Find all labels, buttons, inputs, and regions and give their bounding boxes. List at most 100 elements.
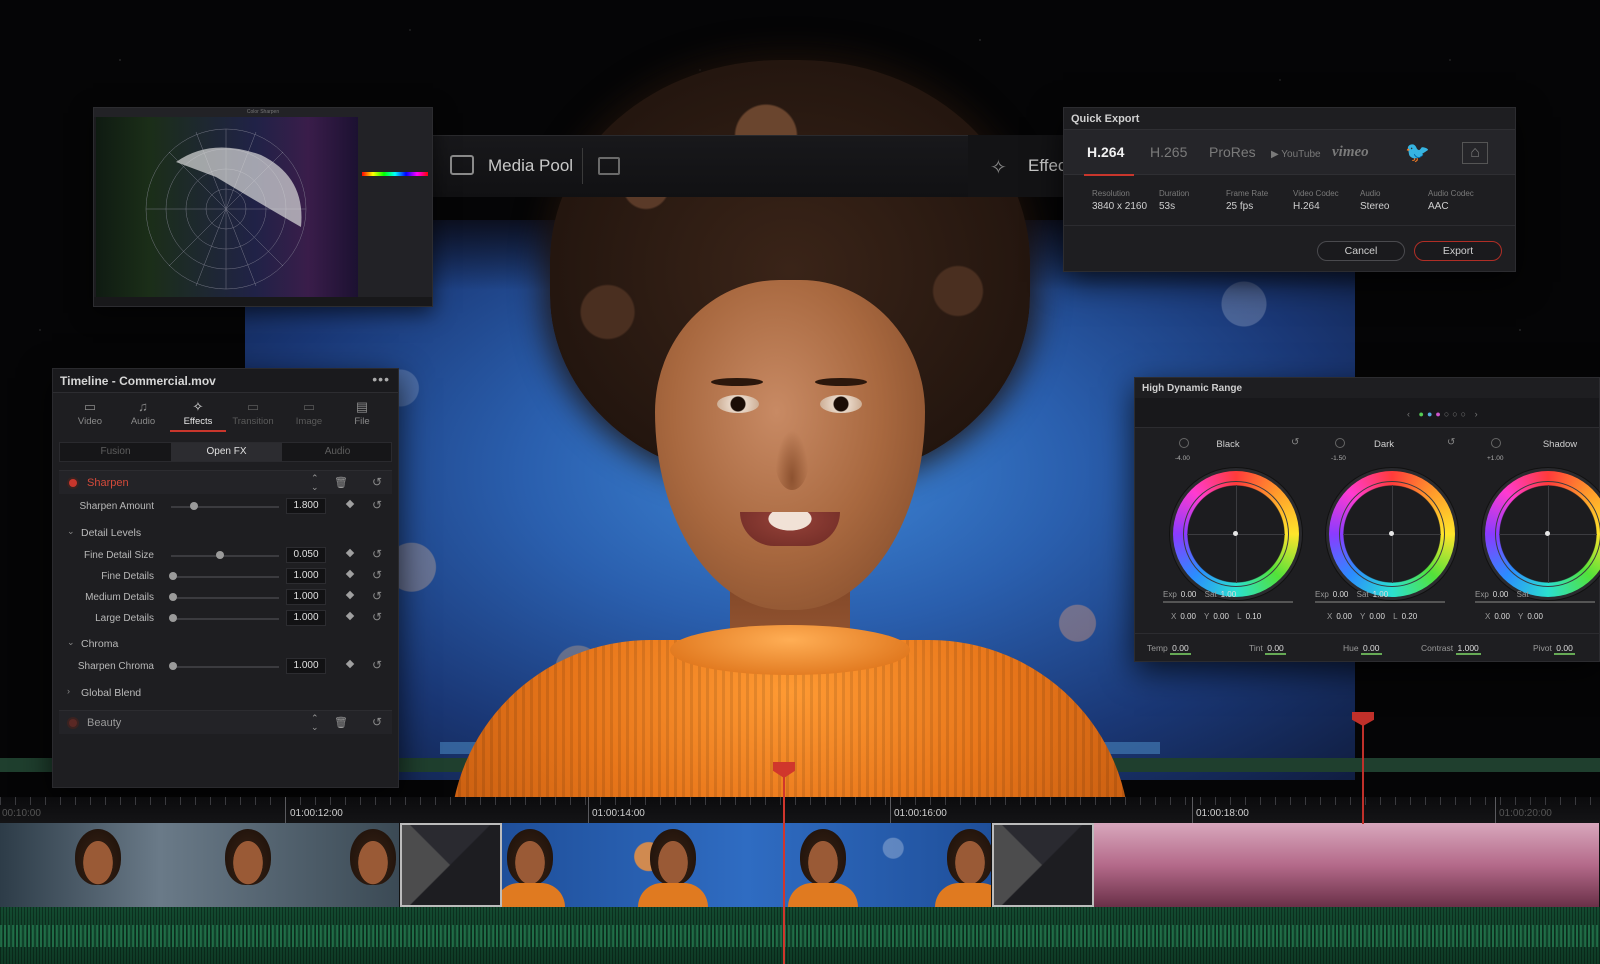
reset-icon[interactable]: ↺ — [372, 658, 382, 672]
reset-icon[interactable]: ↺ — [372, 589, 382, 603]
slider-track[interactable] — [171, 666, 279, 668]
zone-pager[interactable]: ‹ ●●●○○○ › — [1407, 409, 1481, 419]
slider-track[interactable] — [171, 597, 279, 599]
value-field[interactable]: 0.050 — [286, 547, 326, 563]
tab-image[interactable]: ▭ Image — [281, 394, 337, 432]
tab-video[interactable]: ▭ Video — [62, 394, 118, 432]
wheel-dial-icon[interactable] — [1491, 438, 1501, 448]
y-value[interactable]: 0.00 — [1527, 612, 1543, 621]
reorder-icon[interactable]: ⌃ ⌄ — [311, 474, 319, 492]
slider-track[interactable] — [171, 555, 279, 557]
x-value[interactable]: 0.00 — [1494, 612, 1510, 621]
transition-clip[interactable] — [992, 823, 1094, 907]
slider-track[interactable] — [171, 506, 279, 508]
format-prores[interactable]: ProRes — [1209, 144, 1256, 160]
l-value[interactable]: 0.10 — [1246, 612, 1262, 621]
format-youtube[interactable]: ▶ YouTube — [1271, 149, 1321, 160]
x-value[interactable]: 0.00 — [1336, 612, 1352, 621]
effects-label[interactable]: Effec — [1028, 156, 1066, 176]
slider-handle[interactable] — [169, 662, 177, 670]
format-h264[interactable]: H.264 — [1087, 144, 1124, 160]
segment-audio[interactable]: Audio — [282, 443, 393, 461]
exp-value[interactable]: 0.00 — [1181, 590, 1197, 599]
format-h265[interactable]: H.265 — [1150, 144, 1187, 160]
value-field[interactable]: 1.800 — [286, 498, 326, 514]
tab-effects[interactable]: ✧ Effects — [170, 394, 226, 432]
timeline-clip[interactable] — [502, 823, 992, 907]
sat-value[interactable]: 1.00 — [1373, 590, 1389, 599]
segment-fusion[interactable]: Fusion — [60, 443, 171, 461]
reorder-icon[interactable]: ⌃ ⌄ — [311, 714, 319, 732]
timeline-clip[interactable] — [0, 823, 400, 907]
sat-value[interactable]: 1.00 — [1221, 590, 1237, 599]
keyframe-icon[interactable] — [345, 548, 355, 558]
effect-beauty-header[interactable]: Beauty ⌃ ⌄ 🗑 ↺ — [59, 710, 392, 734]
x-value[interactable]: 0.00 — [1180, 612, 1196, 621]
twitter-icon[interactable]: 🐦 — [1405, 140, 1430, 165]
cancel-button[interactable]: Cancel — [1317, 241, 1405, 261]
tint-value[interactable]: 0.00 — [1265, 643, 1286, 655]
keyframe-icon[interactable] — [345, 590, 355, 600]
slider-track[interactable] — [171, 576, 279, 578]
clip-icon[interactable] — [598, 157, 620, 175]
color-wheel[interactable] — [1329, 471, 1455, 597]
segment-open-fx[interactable]: Open FX — [171, 443, 282, 461]
trash-icon[interactable]: 🗑 — [334, 716, 348, 729]
value-field[interactable]: 1.000 — [286, 589, 326, 605]
trash-icon[interactable]: 🗑 — [334, 476, 348, 489]
more-options-icon[interactable]: ••• — [372, 371, 390, 387]
timeline-clip[interactable] — [1094, 823, 1600, 907]
reset-icon[interactable]: ↺ — [372, 498, 382, 512]
color-wheel[interactable] — [1485, 471, 1600, 597]
keyframe-icon[interactable] — [345, 611, 355, 621]
keyframe-icon[interactable] — [345, 659, 355, 669]
tab-file[interactable]: ▤ File — [334, 394, 390, 432]
group-detail-levels[interactable]: ⌄ Detail Levels — [59, 522, 392, 544]
effect-enable-toggle[interactable] — [69, 479, 77, 487]
slider-handle[interactable] — [169, 593, 177, 601]
slider-handle[interactable] — [190, 502, 198, 510]
slider-handle[interactable] — [169, 572, 177, 580]
tab-audio[interactable]: ♫ Audio — [115, 394, 171, 432]
keyframe-icon[interactable] — [345, 569, 355, 579]
value-field[interactable]: 1.000 — [286, 658, 326, 674]
contrast-value[interactable]: 1.000 — [1455, 643, 1481, 655]
temp-value[interactable]: 0.00 — [1170, 643, 1191, 655]
reset-icon[interactable]: ↺ — [372, 547, 382, 561]
tab-transition[interactable]: ▭ Transition — [225, 394, 281, 432]
hue-value[interactable]: 0.00 — [1360, 643, 1382, 655]
y-value[interactable]: 0.00 — [1213, 612, 1229, 621]
share-icon[interactable]: ⌂ — [1462, 142, 1488, 164]
y-value[interactable]: 0.00 — [1369, 612, 1385, 621]
keyframe-icon[interactable] — [345, 499, 355, 509]
exp-slider[interactable] — [1163, 601, 1293, 603]
reset-icon[interactable]: ↺ — [372, 568, 382, 582]
color-wheel[interactable] — [1173, 471, 1299, 597]
exp-value[interactable]: 0.00 — [1493, 590, 1509, 599]
slider-handle[interactable] — [169, 614, 177, 622]
magic-wand-icon[interactable]: ✧ — [990, 155, 1007, 180]
exp-slider[interactable] — [1315, 601, 1445, 603]
hdr-panel: High Dynamic Range ‹ ●●●○○○ › Black ↺ -4… — [1134, 377, 1600, 662]
value-field[interactable]: 1.000 — [286, 568, 326, 584]
transition-clip[interactable] — [400, 823, 502, 907]
format-vimeo[interactable]: vimeo — [1332, 144, 1369, 161]
group-chroma[interactable]: ⌄ Chroma — [59, 633, 392, 655]
effect-sharpen-header[interactable]: Sharpen ⌃ ⌄ 🗑 ↺ — [59, 470, 392, 494]
exp-slider[interactable] — [1475, 601, 1595, 603]
value-field[interactable]: 1.000 — [286, 610, 326, 626]
reset-icon[interactable]: ↺ — [372, 715, 382, 729]
slider-track[interactable] — [171, 618, 279, 620]
exp-value[interactable]: 0.00 — [1333, 590, 1349, 599]
reset-icon[interactable]: ↺ — [372, 475, 382, 489]
pivot-value[interactable]: 0.00 — [1554, 643, 1575, 655]
l-value[interactable]: 0.20 — [1402, 612, 1418, 621]
slider-handle[interactable] — [216, 551, 224, 559]
group-global-blend[interactable]: › Global Blend — [59, 682, 392, 704]
media-pool-label[interactable]: Media Pool — [488, 156, 573, 176]
media-pool-icon[interactable] — [450, 155, 474, 175]
playhead-line — [783, 770, 785, 964]
export-button[interactable]: Export — [1414, 241, 1502, 261]
effect-enable-toggle[interactable] — [69, 719, 77, 727]
reset-icon[interactable]: ↺ — [372, 610, 382, 624]
